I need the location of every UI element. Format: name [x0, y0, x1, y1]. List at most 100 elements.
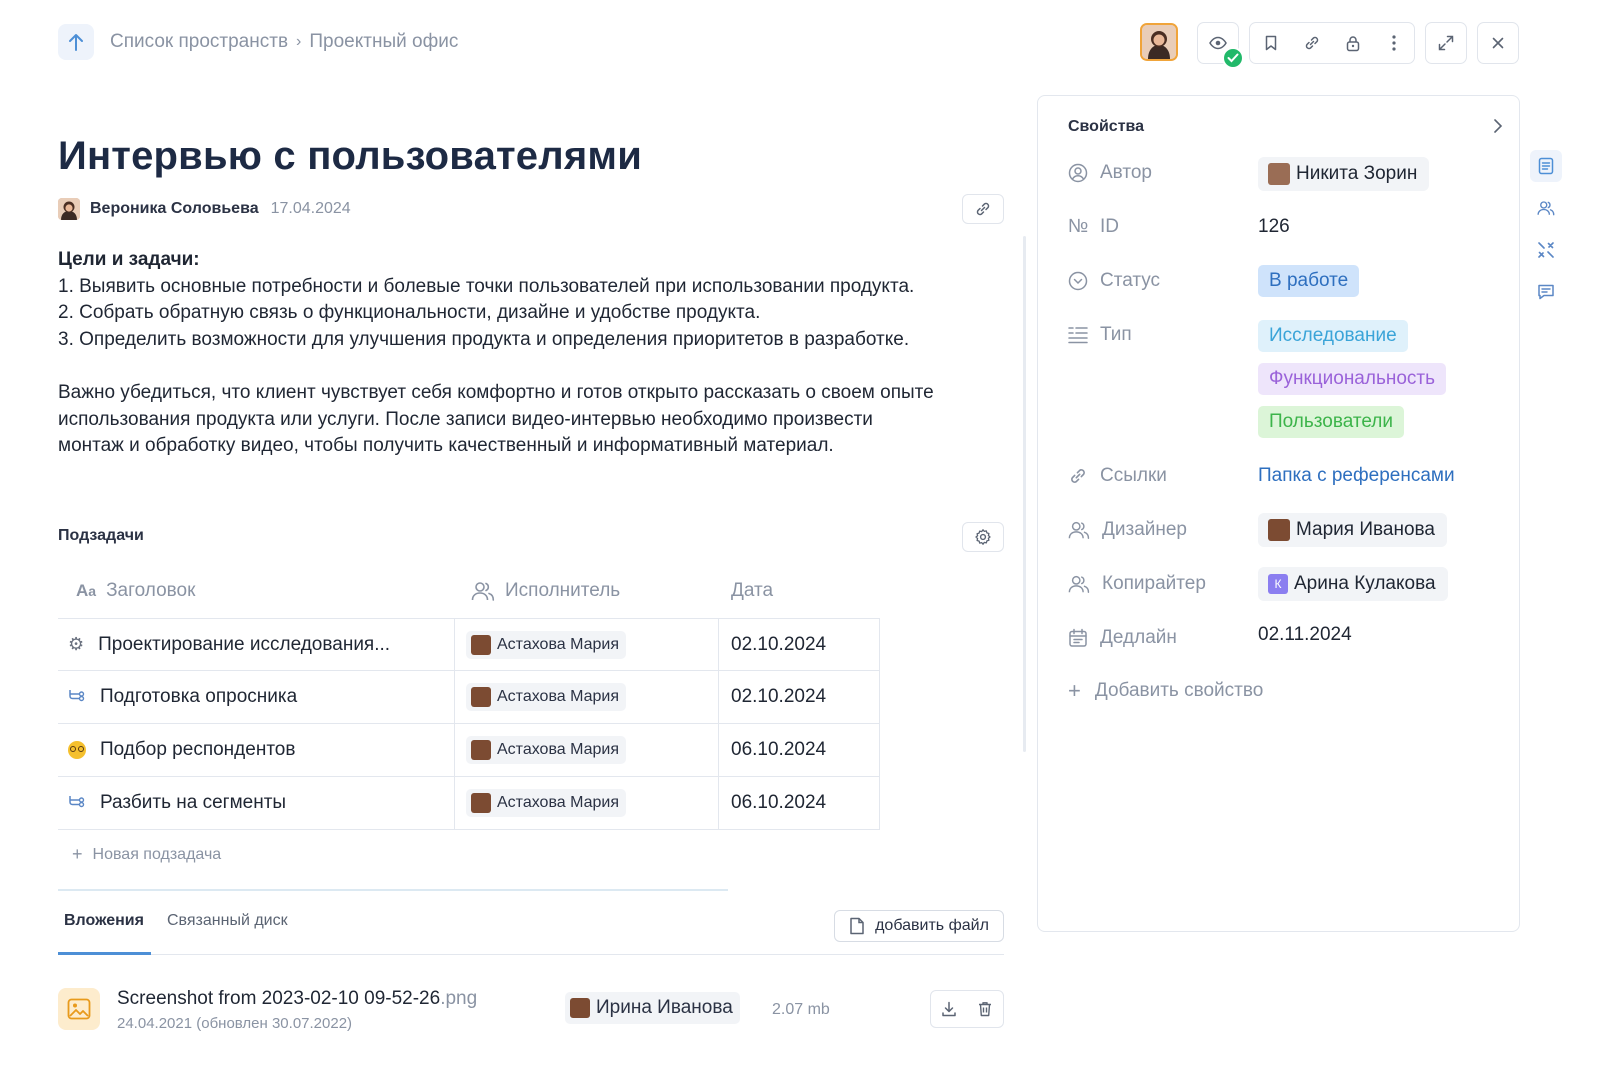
add-property-button[interactable]: + Добавить свойство — [1068, 680, 1263, 702]
subtask-title-cell[interactable]: ⚙ Проектирование исследования... — [58, 619, 455, 670]
gear-emoji-icon: ⚙ — [68, 634, 85, 654]
subtask-date-cell[interactable]: 06.10.2024 — [719, 724, 880, 776]
table-row[interactable]: Подбор респондентов Астахова Мария 06.10… — [58, 724, 880, 777]
page-title[interactable]: Интервью с пользователями — [58, 134, 642, 179]
subtask-title-cell[interactable]: Разбить на сегменты — [58, 777, 455, 829]
type-tag-research[interactable]: Исследование — [1258, 320, 1408, 352]
subtask-executor-cell[interactable]: Астахова Мария — [455, 724, 719, 776]
subtask-title-cell[interactable]: Подготовка опросника — [58, 671, 455, 723]
subtask-executor-cell[interactable]: Астахова Мария — [455, 777, 719, 829]
executor-chip: Астахова Мария — [466, 736, 627, 764]
subtask-title-cell[interactable]: Подбор респондентов — [58, 724, 455, 776]
add-file-button[interactable]: добавить файл — [834, 910, 1004, 942]
rail-properties-button[interactable] — [1530, 150, 1562, 182]
breadcrumb-current[interactable]: Проектный офис — [309, 31, 458, 53]
type-tag-functionality[interactable]: Функциональность — [1258, 363, 1447, 395]
subtask-title: Разбить на сегменты — [100, 792, 287, 813]
expand-icon — [1426, 23, 1466, 63]
file-basename: Screenshot from 2023-02-10 09-52-26 — [117, 988, 441, 1009]
prop-id-label-text: ID — [1100, 216, 1119, 237]
column-header-title[interactable]: Aa Заголовок — [76, 580, 195, 602]
type-tag: Пользователи — [1258, 406, 1405, 438]
scrollbar[interactable] — [1023, 236, 1026, 752]
goal-item: 1. Выявить основные потребности и болевы… — [58, 275, 915, 297]
executor-name: Астахова Мария — [497, 794, 620, 811]
subtask-date-cell[interactable]: 06.10.2024 — [719, 777, 880, 829]
table-row[interactable]: ⚙ Проектирование исследования... Астахов… — [58, 618, 880, 671]
designer-name: Мария Иванова — [1296, 519, 1435, 540]
executor-avatar — [471, 740, 491, 760]
rail-tools-button[interactable] — [1530, 234, 1562, 266]
new-subtask-button[interactable]: + Новая подзадача — [72, 844, 221, 865]
lock-button[interactable] — [1332, 23, 1373, 63]
description-paragraph[interactable]: Важно убедиться, что клиент чувствует се… — [58, 380, 988, 460]
author-name[interactable]: Вероника Соловьева — [90, 200, 259, 218]
prop-deadline-value[interactable]: 02.11.2024 — [1258, 624, 1352, 646]
executor-avatar — [471, 793, 491, 813]
breadcrumb-root[interactable]: Список пространств — [110, 31, 288, 53]
type-tag: Функциональность — [1258, 363, 1447, 395]
prop-status-value[interactable]: В работе — [1258, 265, 1360, 297]
more-button[interactable] — [1373, 23, 1414, 63]
column-header-date[interactable]: Дата — [731, 580, 773, 602]
tab-attachments[interactable]: Вложения — [64, 912, 144, 930]
bookmark-button[interactable] — [1250, 23, 1291, 63]
file-extension: .png — [440, 988, 478, 1009]
tab-linked-disk[interactable]: Связанный диск — [167, 912, 288, 930]
number-sign-icon: № — [1068, 216, 1089, 237]
subtasks-settings-button[interactable] — [962, 522, 1004, 552]
file-name[interactable]: Screenshot from 2023-02-10 09-52-26.png — [117, 988, 477, 1010]
prop-id-label: № ID — [1068, 216, 1119, 238]
column-header-executor[interactable]: Исполнитель — [471, 580, 620, 602]
prop-author-value[interactable]: Никита Зорин — [1258, 157, 1430, 191]
subtasks-table: ⚙ Проектирование исследования... Астахов… — [58, 618, 880, 830]
type-tag-users[interactable]: Пользователи — [1258, 406, 1405, 438]
subtasks-title: Подзадачи — [58, 527, 144, 544]
properties-title: Свойства — [1068, 118, 1145, 135]
subtask-executor-cell[interactable]: Астахова Мария — [455, 619, 719, 670]
nerd-face-icon — [68, 741, 86, 759]
prop-links-label-text: Ссылки — [1100, 465, 1167, 486]
copy-link-button[interactable] — [1291, 23, 1332, 63]
goal-item: 2. Собрать обратную связь о функциональн… — [58, 302, 761, 323]
delete-button[interactable] — [967, 991, 1003, 1027]
rail-comments-button[interactable] — [1530, 276, 1562, 308]
table-row[interactable]: Разбить на сегменты Астахова Мария 06.10… — [58, 777, 880, 830]
expand-button[interactable] — [1425, 22, 1467, 64]
column-executor-label: Исполнитель — [505, 580, 621, 601]
download-button[interactable] — [931, 991, 967, 1027]
description-goals[interactable]: Цели и задачи: 1. Выявить основные потре… — [58, 247, 988, 353]
subtask-date-cell[interactable]: 02.10.2024 — [719, 619, 880, 670]
references-folder-link[interactable]: Папка с референсами — [1258, 465, 1455, 487]
tools-icon — [1538, 242, 1554, 258]
subtask-executor-cell[interactable]: Астахова Мария — [455, 671, 719, 723]
users-icon — [1068, 521, 1090, 539]
subtask-date-cell[interactable]: 02.10.2024 — [719, 671, 880, 723]
rail-participants-button[interactable] — [1530, 192, 1562, 224]
prop-author-label-text: Автор — [1100, 162, 1152, 183]
download-icon — [942, 1001, 956, 1017]
prop-designer-label-text: Дизайнер — [1102, 519, 1187, 540]
table-row[interactable]: Подготовка опросника Астахова Мария 02.1… — [58, 671, 880, 724]
close-button[interactable] — [1477, 22, 1519, 64]
owner-chip: Ирина Иванова — [565, 992, 740, 1024]
current-user-avatar[interactable] — [1140, 23, 1178, 61]
collapse-panel-button[interactable] — [1490, 117, 1506, 140]
file-owner[interactable]: Ирина Иванова — [565, 992, 740, 1024]
go-up-button[interactable] — [58, 24, 94, 60]
prop-copywriter-value[interactable]: К Арина Кулакова — [1258, 567, 1448, 601]
designer-avatar — [1268, 519, 1290, 541]
new-subtask-label: Новая подзадача — [92, 845, 222, 863]
link-icon — [976, 202, 990, 216]
bookmark-icon — [1265, 35, 1276, 51]
watching-check-icon — [1222, 47, 1244, 69]
copy-page-link-button[interactable] — [962, 194, 1004, 224]
user-circle-icon — [1068, 163, 1088, 183]
prop-designer-value[interactable]: Мария Иванова — [1258, 513, 1447, 547]
author-chip-name: Никита Зорин — [1296, 163, 1418, 184]
copywriter-chip: К Арина Кулакова — [1258, 567, 1448, 601]
horizontal-scrollbar[interactable] — [58, 889, 728, 891]
subtask-title: Проектирование исследования... — [98, 633, 391, 655]
breadcrumb-separator: › — [296, 33, 302, 50]
tabs-divider — [58, 954, 1004, 955]
